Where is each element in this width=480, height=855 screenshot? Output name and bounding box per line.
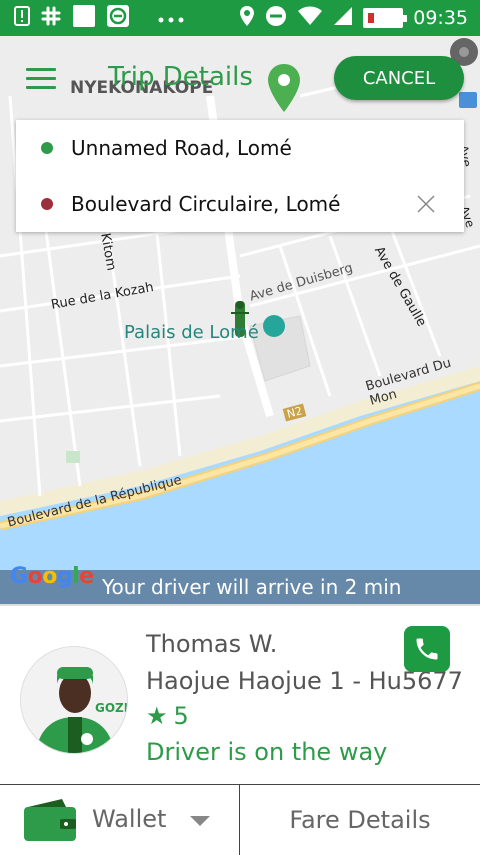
- pickup-row[interactable]: Unnamed Road, Lomé: [16, 120, 464, 176]
- location-icon: [239, 5, 255, 31]
- chevron-down-icon: [190, 816, 210, 826]
- avatar-brand-text: GOZEM: [95, 701, 127, 715]
- gozem-icon: [106, 4, 130, 32]
- status-bar-right: 09:35: [239, 5, 480, 31]
- do-not-disturb-icon: [265, 5, 287, 31]
- avatar: GOZEM: [20, 646, 128, 754]
- driver-status: Driver is on the way: [146, 738, 388, 766]
- fare-details-button[interactable]: Fare Details: [240, 785, 480, 855]
- clear-dropoff-close-icon[interactable]: [416, 194, 436, 214]
- rating-value: 5: [173, 702, 189, 730]
- status-bar: 09:35: [0, 0, 480, 36]
- wallet-icon: [24, 799, 76, 841]
- pickup-address: Unnamed Road, Lomé: [71, 136, 292, 160]
- dropoff-address: Boulevard Circulaire, Lomé: [71, 192, 341, 216]
- battery-low-icon: [363, 8, 408, 28]
- page-title: Trip Details: [108, 62, 253, 92]
- call-button[interactable]: [404, 626, 450, 672]
- address-card: Unnamed Road, Lomé Boulevard Circulaire,…: [16, 120, 464, 232]
- signal-icon: [333, 6, 353, 30]
- slack-icon: [40, 5, 62, 31]
- status-time: 09:35: [413, 7, 468, 29]
- blank-app-icon: [72, 4, 96, 32]
- driver-name: Thomas W.: [146, 630, 278, 658]
- phone-icon: [416, 638, 438, 660]
- pickup-dot-icon: [41, 142, 53, 154]
- status-bar-left: [0, 4, 184, 32]
- wallet-label: Wallet: [92, 805, 167, 833]
- notification-exclamation-icon: [14, 6, 30, 30]
- dropoff-row[interactable]: Boulevard Circulaire, Lomé: [16, 176, 464, 232]
- cancel-button[interactable]: CANCEL: [334, 56, 464, 100]
- map-label-poi: Palais de Lomé: [124, 322, 259, 343]
- driver-panel: GOZEM Thomas W. Haojue Haojue 1 - Hu5677…: [0, 604, 480, 784]
- bottom-bar: Wallet Fare Details: [0, 784, 480, 855]
- google-logo: Google: [10, 564, 94, 589]
- dropoff-dot-icon: [41, 198, 53, 210]
- wifi-icon: [297, 6, 323, 30]
- hamburger-icon[interactable]: [26, 68, 56, 90]
- wallet-button[interactable]: Wallet: [0, 785, 240, 855]
- star-icon: ★: [146, 702, 168, 730]
- more-dots-icon: [158, 9, 184, 27]
- driver-rating: ★ 5: [146, 702, 189, 730]
